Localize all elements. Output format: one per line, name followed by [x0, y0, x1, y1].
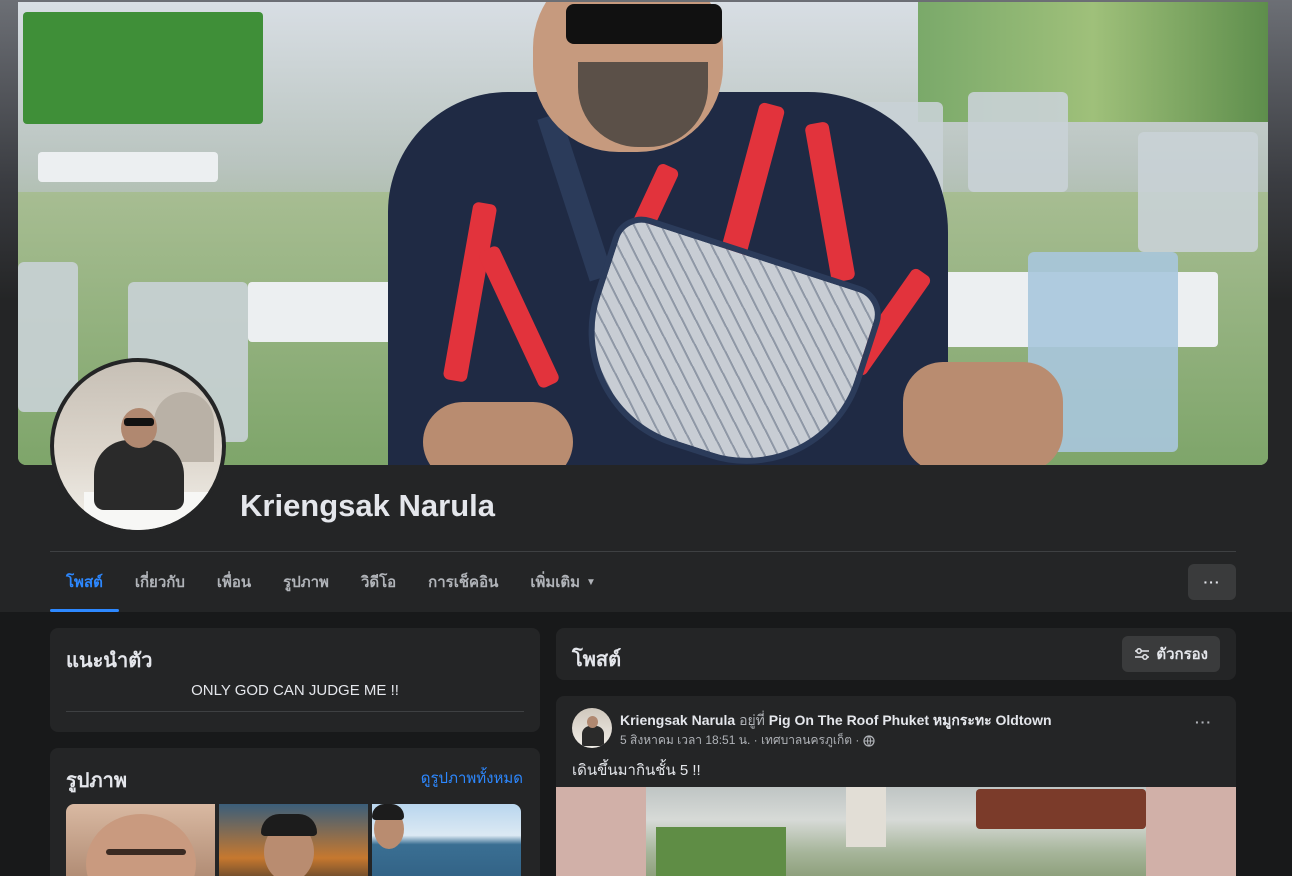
- photos-title: รูปภาพ: [66, 770, 128, 792]
- profile-name: Kriengsak Narula: [240, 488, 495, 523]
- post-options-button[interactable]: ···: [1195, 714, 1212, 730]
- post-timestamp[interactable]: 5 สิงหาคม เวลา 18:51 น. · เทศบาลนครภูเก็…: [620, 731, 859, 750]
- profile-tabs: โพสต์ เกี่ยวกับ เพื่อน รูปภาพ วิดีโอ การ…: [50, 552, 612, 612]
- posts-title: โพสต์: [572, 649, 622, 671]
- intro-bio: ONLY GOD CAN JUDGE ME !!: [191, 682, 399, 699]
- profile-more-button[interactable]: ···: [1188, 564, 1236, 600]
- intro-card: แนะนำตัว ONLY GOD CAN JUDGE ME !!: [50, 628, 540, 732]
- post-author-link[interactable]: Kriengsak Narula: [620, 712, 735, 728]
- tab-photos[interactable]: รูปภาพ: [267, 552, 345, 612]
- photo-thumbnail[interactable]: [372, 804, 521, 876]
- tab-checkins[interactable]: การเช็คอิน: [412, 552, 514, 612]
- post-image[interactable]: [556, 787, 1236, 876]
- caret-down-icon: ▼: [586, 576, 596, 588]
- avatar: [54, 362, 222, 530]
- photo-thumbnail[interactable]: [219, 804, 368, 876]
- post-place-link[interactable]: Pig On The Roof Phuket หมูกระทะ Oldtown: [769, 712, 1052, 728]
- post-at-text: อยู่ที่: [739, 712, 765, 728]
- tab-more-label: เพิ่มเติม: [530, 574, 581, 591]
- tab-more[interactable]: เพิ่มเติม ▼: [514, 552, 612, 612]
- sliders-icon: [1135, 648, 1150, 660]
- tab-videos[interactable]: วิดีโอ: [345, 552, 412, 612]
- filter-button[interactable]: ตัวกรอง: [1122, 636, 1220, 672]
- intro-title: แนะนำตัว: [66, 650, 153, 672]
- filter-label: ตัวกรอง: [1156, 646, 1208, 663]
- tab-about[interactable]: เกี่ยวกับ: [119, 552, 201, 612]
- post-subline: 5 สิงหาคม เวลา 18:51 น. · เทศบาลนครภูเก็…: [620, 731, 875, 750]
- globe-icon: [863, 734, 875, 747]
- profile-avatar[interactable]: [50, 358, 226, 534]
- post-author-avatar[interactable]: [572, 708, 612, 748]
- posts-header: โพสต์ ตัวกรอง: [556, 628, 1236, 680]
- tab-posts[interactable]: โพสต์: [50, 552, 119, 612]
- intro-divider: [66, 711, 524, 712]
- post-header-line: Kriengsak Narula อยู่ที่ Pig On The Roof…: [620, 710, 1052, 732]
- post-text: เดินขึ้นมากินชั้น 5 !!: [572, 762, 701, 779]
- post-card: Kriengsak Narula อยู่ที่ Pig On The Roof…: [556, 696, 1236, 876]
- see-all-photos-link[interactable]: ดูรูปภาพทั้งหมด: [421, 766, 523, 790]
- tab-friends[interactable]: เพื่อน: [201, 552, 267, 612]
- photos-card: รูปภาพ ดูรูปภาพทั้งหมด: [50, 748, 540, 876]
- photo-thumbnail[interactable]: [66, 804, 215, 876]
